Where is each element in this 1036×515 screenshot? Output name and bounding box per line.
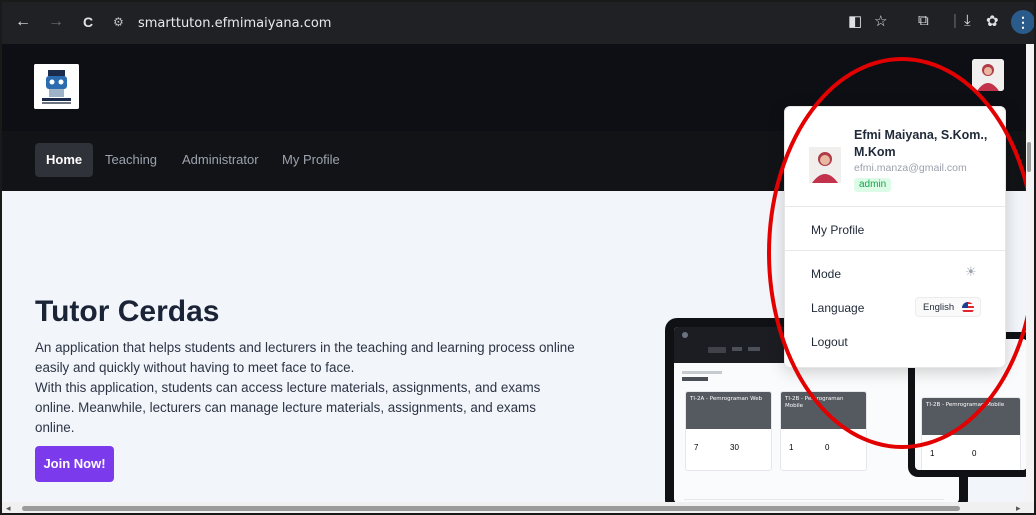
divider [785, 206, 1005, 207]
extensions-icon[interactable]: ⧉ [918, 12, 929, 29]
menu-item-language: Language [811, 301, 865, 315]
nav-teaching[interactable]: Teaching [94, 143, 168, 177]
mockup-stat: 0 [972, 449, 977, 458]
sun-icon[interactable]: ☀ [965, 264, 977, 280]
back-icon[interactable]: ← [14, 14, 32, 32]
url-text[interactable]: smarttuton.efmimaiyana.com [138, 16, 331, 31]
download-icon[interactable]: ⤓ [964, 12, 971, 29]
site-info-icon[interactable]: ⚙ [113, 15, 124, 29]
mockup-stat: 7 [694, 443, 699, 452]
mockup-class-card: TI-2B - Pemrograman Mobile 1 0 [780, 391, 867, 471]
language-value: English [923, 302, 955, 313]
vertical-scrollbar[interactable] [1026, 44, 1034, 502]
mockup-stat: 30 [730, 443, 739, 452]
browser-window: ← → C ⚙ smarttuton.efmimaiyana.com ◧ ☆ ⧉… [0, 0, 1036, 515]
dropdown-avatar [809, 147, 841, 183]
robot-logo-icon [34, 64, 79, 109]
address-bar[interactable]: ⚙ smarttuton.efmimaiyana.com [104, 10, 834, 37]
language-select[interactable]: English [915, 297, 981, 317]
nav-my-profile[interactable]: My Profile [271, 143, 351, 177]
join-now-button[interactable]: Join Now! [35, 446, 114, 482]
user-email: efmi.manza@gmail.com [854, 162, 967, 174]
us-flag-icon [962, 302, 974, 314]
vertical-scroll-thumb[interactable] [1027, 142, 1031, 172]
menu-item-logout[interactable]: Logout [811, 335, 848, 349]
site-logo[interactable] [34, 64, 79, 109]
hero-paragraph-1: An application that helps students and l… [35, 340, 575, 375]
horizontal-scroll-thumb[interactable] [22, 506, 960, 511]
profile-dropdown-menu: Efmi Maiyana, S.Kom., M.Kom efmi.manza@g… [784, 106, 1006, 368]
horizontal-scrollbar[interactable]: ◂ ▸ [2, 502, 1034, 513]
reload-icon[interactable]: C [79, 14, 97, 32]
bookmark-star-icon[interactable]: ☆ [874, 12, 887, 30]
toolbar-divider: | [953, 12, 957, 29]
mockup-card-title: TI-2B - Pemrograman Mobile [922, 398, 1020, 435]
profile-puzzle-icon[interactable]: ✿ [986, 12, 999, 30]
mockup-class-card: TI-2B - Pemrograman Mobile 1 0 [921, 397, 1021, 470]
user-avatar-icon [972, 59, 1004, 91]
user-avatar-icon [809, 147, 841, 183]
hero-title: Tutor Cerdas [35, 295, 220, 328]
mockup-stat: 0 [825, 443, 830, 452]
cast-icon[interactable]: ◧ [848, 12, 862, 30]
menu-item-mode[interactable]: Mode [811, 267, 841, 281]
mockup-card-title: TI-2B - Pemrograman Mobile [781, 392, 866, 429]
forward-icon[interactable]: → [47, 14, 65, 32]
scroll-left-icon[interactable]: ◂ [6, 503, 11, 513]
menu-item-my-profile[interactable]: My Profile [811, 223, 864, 237]
mockup-stat: 1 [930, 449, 935, 458]
user-avatar-button[interactable] [972, 59, 1004, 91]
hero-paragraph-2: With this application, students can acce… [35, 380, 541, 435]
mockup-card-title: TI-2A - Pemrograman Web [686, 392, 771, 429]
browser-toolbar: ← → C ⚙ smarttuton.efmimaiyana.com ◧ ☆ ⧉… [2, 2, 1034, 44]
role-badge: admin [854, 178, 892, 192]
hero-description: An application that helps students and l… [35, 338, 575, 438]
mockup-stat: 1 [789, 443, 794, 452]
divider [785, 250, 1005, 251]
browser-menu-icon[interactable]: ⋮ [1011, 10, 1034, 34]
nav-home[interactable]: Home [35, 143, 94, 177]
mockup-class-card: TI-2A - Pemrograman Web 7 30 [685, 391, 772, 471]
scroll-right-icon[interactable]: ▸ [1016, 503, 1021, 513]
user-full-name: Efmi Maiyana, S.Kom., M.Kom [854, 128, 988, 159]
nav-administrator[interactable]: Administrator [171, 143, 270, 177]
